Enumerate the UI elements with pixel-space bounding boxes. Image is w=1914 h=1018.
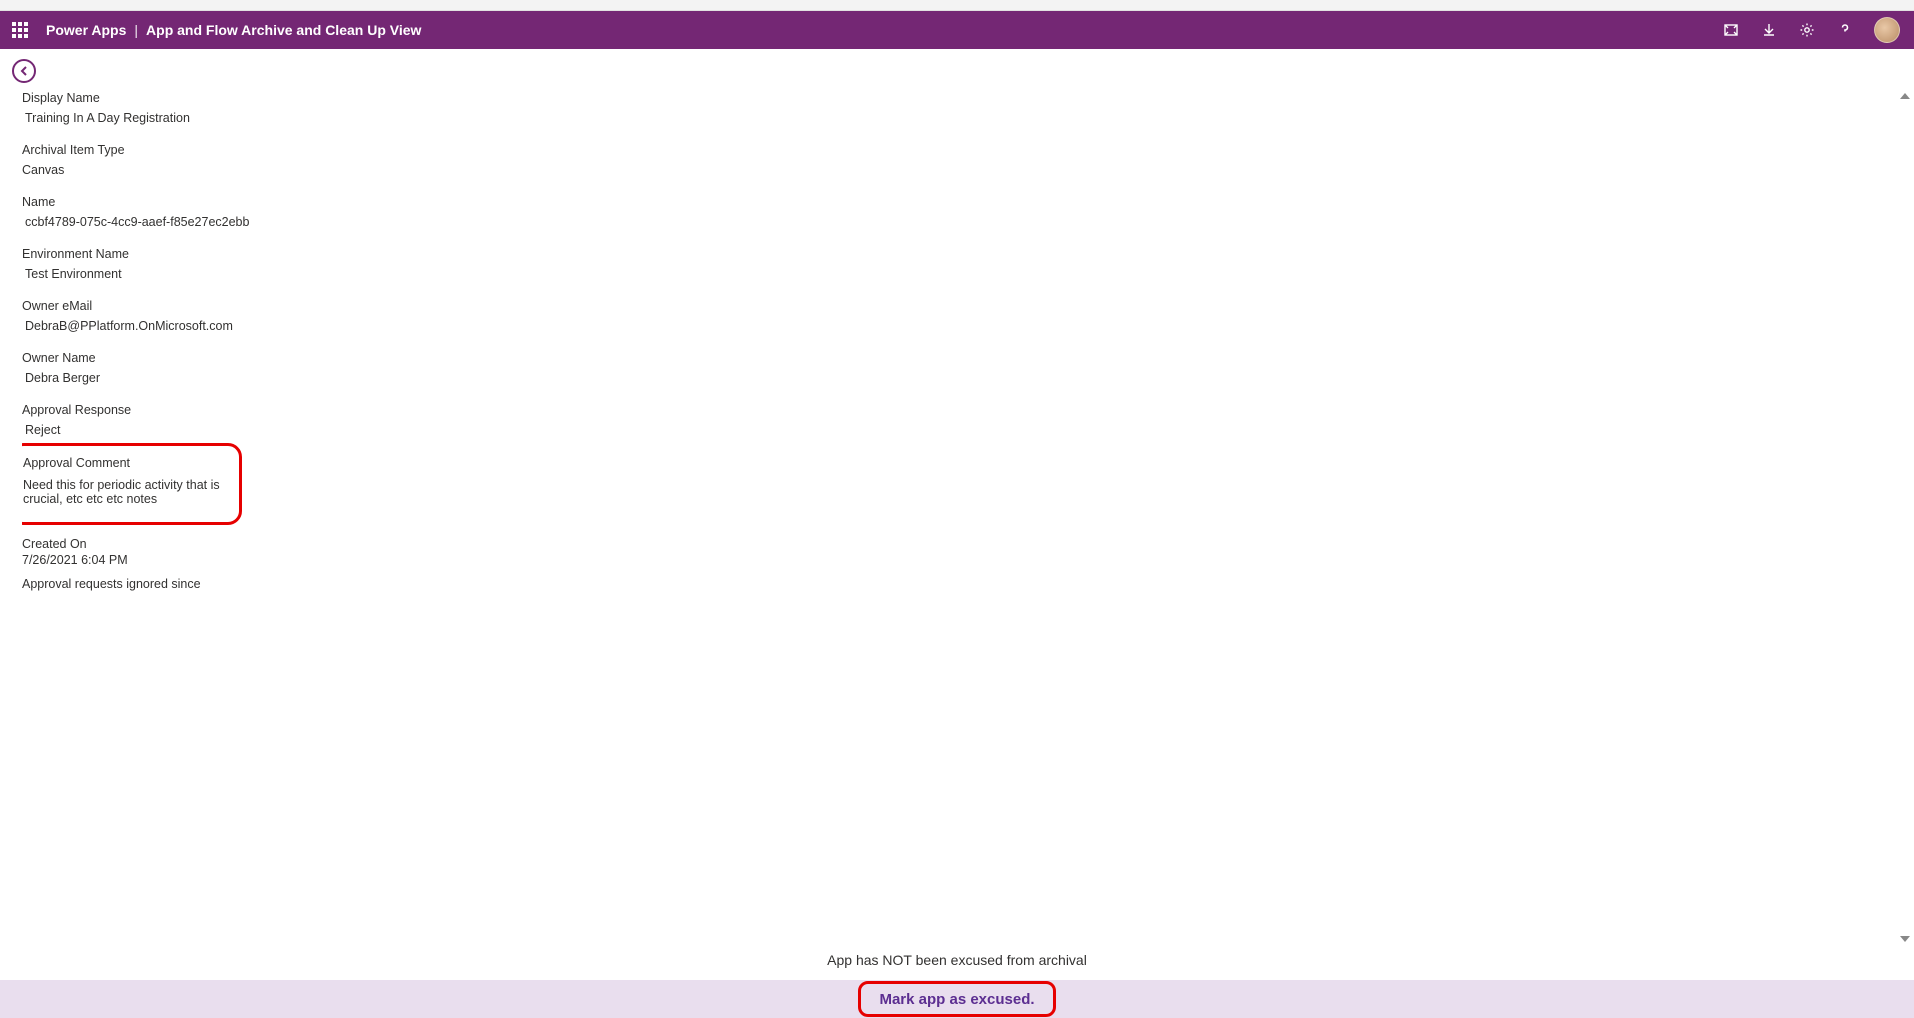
label-environment-name: Environment Name (22, 247, 1886, 261)
value-approval-comment: Need this for periodic activity that is … (23, 478, 229, 506)
label-archival-item-type: Archival Item Type (22, 143, 1886, 157)
browser-chrome-strip (0, 0, 1914, 11)
app-canvas: Display Name Training In A Day Registrat… (0, 49, 1914, 1018)
field-approval-response: Approval Response Reject (22, 403, 1886, 437)
value-archival-item-type: Canvas (22, 163, 1886, 177)
title-separator: | (134, 22, 138, 38)
page-title: App and Flow Archive and Clean Up View (146, 22, 421, 38)
mark-excused-button[interactable]: Mark app as excused. (869, 988, 1044, 1011)
value-owner-name: Debra Berger (22, 371, 1886, 385)
scroll-up-icon[interactable] (1900, 93, 1910, 99)
value-name: ccbf4789-075c-4cc9-aaef-f85e27ec2ebb (22, 215, 1886, 229)
action-highlight: Mark app as excused. (858, 981, 1055, 1017)
app-header: Power Apps | App and Flow Archive and Cl… (0, 11, 1914, 49)
field-display-name: Display Name Training In A Day Registrat… (22, 91, 1886, 125)
download-icon[interactable] (1760, 21, 1778, 39)
field-approval-comment: Approval Comment Need this for periodic … (23, 456, 229, 506)
waffle-icon[interactable] (8, 18, 32, 42)
label-created-on: Created On (22, 537, 1886, 551)
label-approval-comment: Approval Comment (23, 456, 229, 470)
form-area: Display Name Training In A Day Registrat… (22, 91, 1886, 942)
header-title: Power Apps | App and Flow Archive and Cl… (46, 22, 421, 38)
value-owner-email: DebraB@PPlatform.OnMicrosoft.com (22, 319, 1886, 333)
value-created-on: 7/26/2021 6:04 PM (22, 553, 1886, 567)
field-owner-email: Owner eMail DebraB@PPlatform.OnMicrosoft… (22, 299, 1886, 333)
label-display-name: Display Name (22, 91, 1886, 105)
help-icon[interactable] (1836, 21, 1854, 39)
header-actions (1722, 17, 1906, 43)
label-approval-response: Approval Response (22, 403, 1886, 417)
archival-status-message: App has NOT been excused from archival (0, 952, 1914, 968)
scroll-down-icon[interactable] (1900, 936, 1910, 942)
label-owner-name: Owner Name (22, 351, 1886, 365)
product-name[interactable]: Power Apps (46, 22, 126, 38)
field-owner-name: Owner Name Debra Berger (22, 351, 1886, 385)
field-ignored-since: Approval requests ignored since (22, 577, 1886, 591)
label-owner-email: Owner eMail (22, 299, 1886, 313)
scrollbar[interactable] (1898, 93, 1912, 942)
back-button[interactable] (12, 59, 36, 83)
field-created-on: Created On 7/26/2021 6:04 PM (22, 537, 1886, 567)
user-avatar[interactable] (1874, 17, 1900, 43)
fit-screen-icon[interactable] (1722, 21, 1740, 39)
settings-icon[interactable] (1798, 21, 1816, 39)
label-name: Name (22, 195, 1886, 209)
approval-comment-highlight: Approval Comment Need this for periodic … (22, 443, 242, 525)
value-approval-response: Reject (22, 423, 1886, 437)
action-bar: Mark app as excused. (0, 980, 1914, 1018)
field-name: Name ccbf4789-075c-4cc9-aaef-f85e27ec2eb… (22, 195, 1886, 229)
value-display-name: Training In A Day Registration (22, 111, 1886, 125)
field-archival-item-type: Archival Item Type Canvas (22, 143, 1886, 177)
field-environment-name: Environment Name Test Environment (22, 247, 1886, 281)
label-ignored-since: Approval requests ignored since (22, 577, 1886, 591)
value-environment-name: Test Environment (22, 267, 1886, 281)
